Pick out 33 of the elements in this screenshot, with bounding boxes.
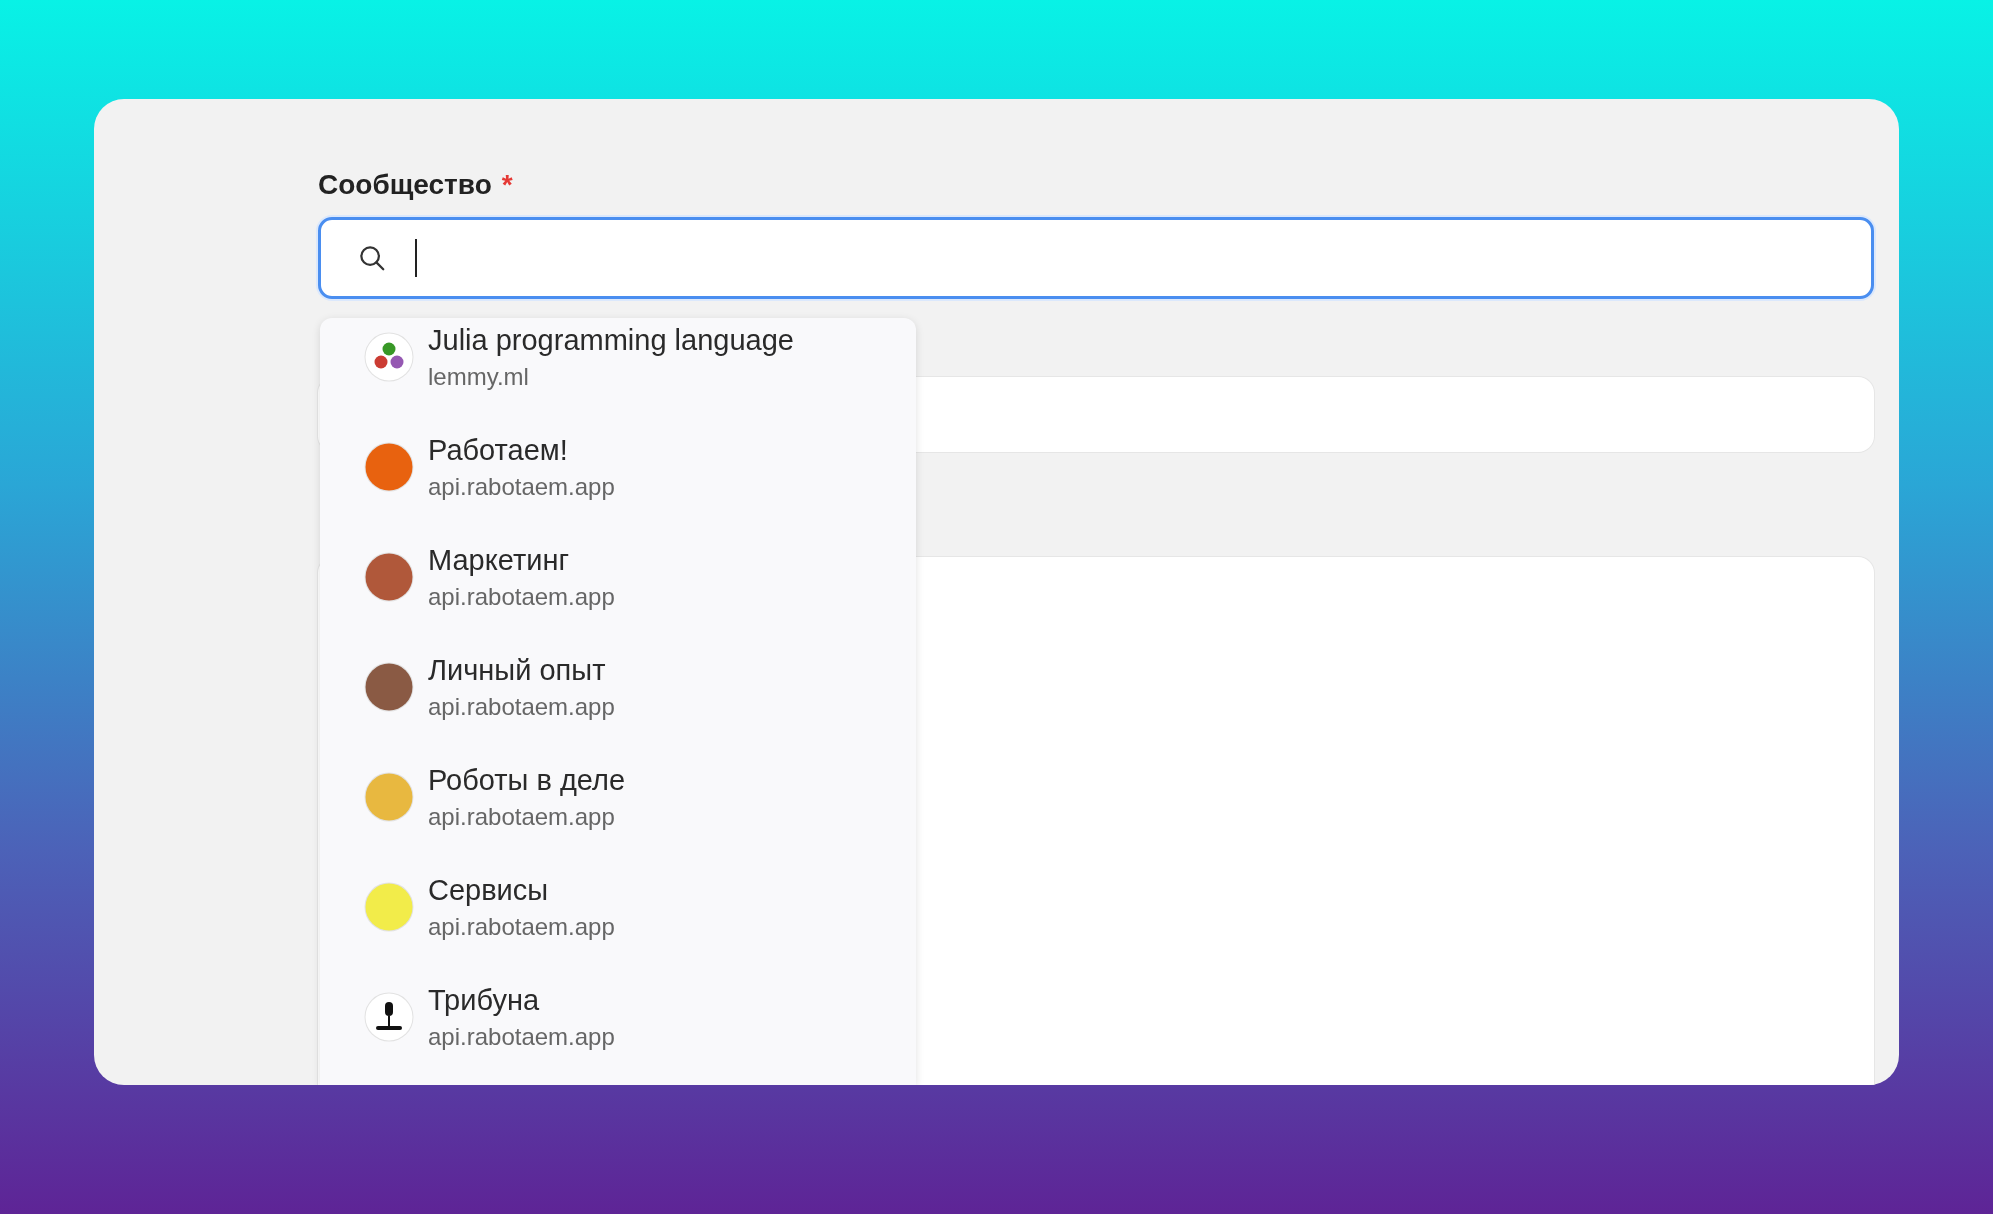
text-cursor	[415, 239, 417, 277]
community-host: api.rabotaem.app	[428, 692, 615, 721]
community-avatar-icon	[364, 772, 414, 822]
community-avatar-icon	[364, 332, 414, 382]
field-label: Сообщество	[318, 169, 492, 201]
community-name: Маркетинг	[428, 543, 570, 577]
suggestion-item[interactable]: Julia programming language lemmy.ml	[320, 318, 916, 412]
search-icon	[357, 243, 387, 273]
suggestion-item[interactable]: Сервисы api.rabotaem.app	[320, 852, 916, 962]
community-name: Роботы в деле	[428, 763, 626, 797]
suggestion-item[interactable]: Маркетинг api.rabotaem.app	[320, 522, 916, 632]
required-mark: *	[501, 169, 513, 201]
search-field[interactable]	[318, 217, 1874, 299]
community-name: Личный опыт	[428, 653, 607, 687]
community-avatar-icon	[364, 442, 414, 492]
community-name: Трибуна	[428, 983, 541, 1017]
community-avatar-icon	[364, 992, 414, 1042]
community-host: api.rabotaem.app	[428, 1022, 615, 1051]
community-host: api.rabotaem.app	[428, 912, 615, 941]
suggestion-item[interactable]: Трибуна api.rabotaem.app	[320, 962, 916, 1072]
community-name: Работаем!	[428, 433, 569, 467]
community-host: api.rabotaem.app	[428, 472, 615, 501]
suggestion-item[interactable]: Личный опыт api.rabotaem.app	[320, 632, 916, 742]
community-avatar-icon	[364, 662, 414, 712]
community-host: api.rabotaem.app	[428, 582, 615, 611]
community-avatar-icon	[364, 882, 414, 932]
community-host: api.rabotaem.app	[428, 802, 616, 831]
community-name: Julia programming language	[428, 323, 794, 357]
community-name: Сервисы	[428, 873, 550, 907]
community-host: lemmy.ml	[428, 362, 530, 391]
suggestion-item[interactable]: Работаем! api.rabotaem.app	[320, 412, 916, 522]
community-avatar-icon	[364, 552, 414, 602]
suggestion-item[interactable]: Роботы в деле api.rabotaem.app	[320, 742, 916, 852]
